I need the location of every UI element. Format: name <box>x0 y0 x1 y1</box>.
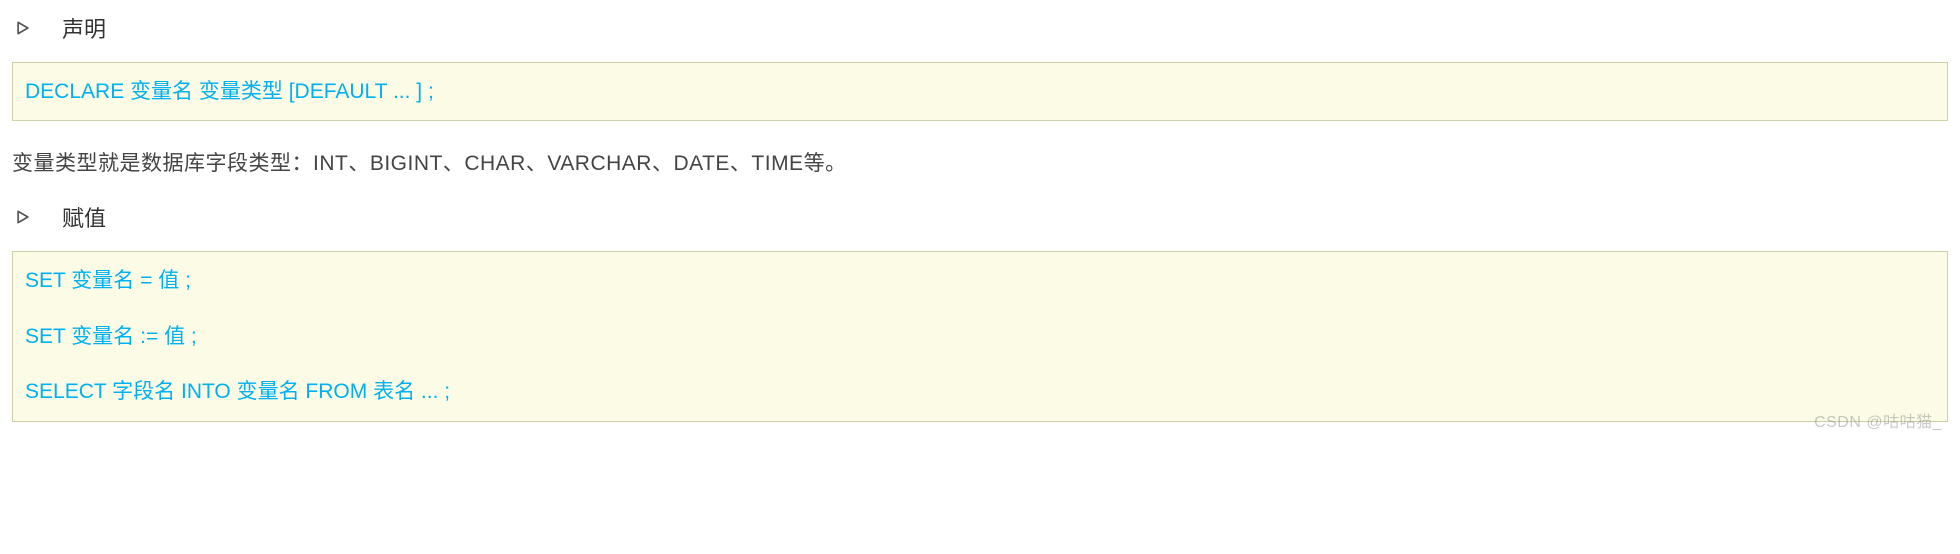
watermark: CSDN @咕咕猫_ <box>1814 408 1942 432</box>
chevron-right-icon <box>16 19 34 37</box>
paragraph-variable-types: 变量类型就是数据库字段类型：INT、BIGINT、CHAR、VARCHAR、DA… <box>12 147 1948 177</box>
code-block-declare: DECLARE 变量名 变量类型 [DEFAULT ... ] ; <box>12 62 1948 121</box>
chevron-right-icon <box>16 208 34 226</box>
code-line: SELECT 字段名 INTO 变量名 FROM 表名 ... ; <box>25 377 1935 406</box>
section-label: 赋值 <box>62 201 106 233</box>
section-heading-assign: 赋值 <box>12 201 1948 233</box>
code-line: SET 变量名 = 值 ; <box>25 266 1935 295</box>
section-heading-declare: 声明 <box>12 12 1948 44</box>
code-block-assign: SET 变量名 = 值 ; SET 变量名 := 值 ; SELECT 字段名 … <box>12 251 1948 421</box>
code-line: DECLARE 变量名 变量类型 [DEFAULT ... ] ; <box>25 77 1935 106</box>
code-line: SET 变量名 := 值 ; <box>25 322 1935 351</box>
section-label: 声明 <box>62 12 106 44</box>
